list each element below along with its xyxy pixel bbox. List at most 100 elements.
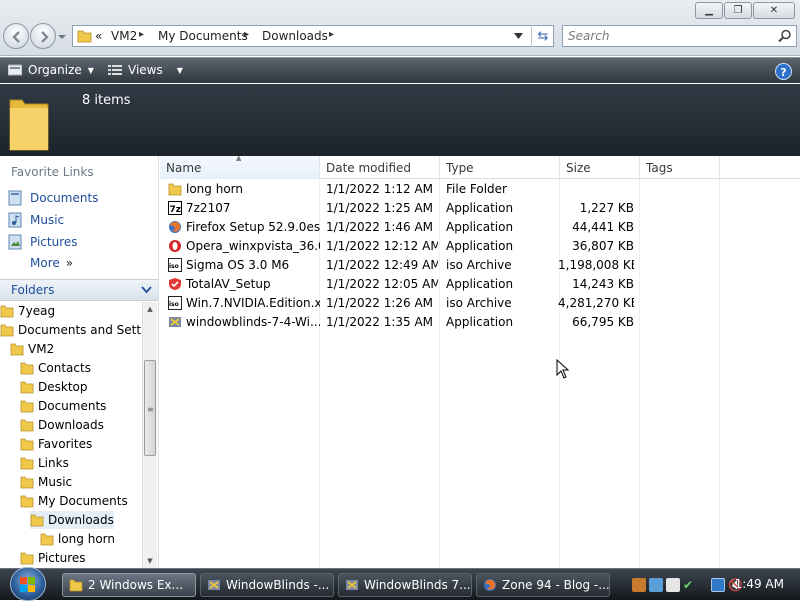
more-links-button[interactable]: More » xyxy=(30,256,73,270)
recent-pages-dropdown-icon[interactable] xyxy=(57,32,67,42)
tree-item[interactable]: Favorites xyxy=(20,435,92,453)
breadcrumb-my-documents[interactable]: My Documents xyxy=(158,29,248,43)
tray-check-icon[interactable]: ✔ xyxy=(683,578,697,592)
back-button[interactable] xyxy=(3,23,29,49)
tree-item[interactable]: My Documents xyxy=(20,492,128,510)
7z-icon: 7z xyxy=(168,201,182,215)
large-folder-icon xyxy=(9,99,49,151)
minimize-button[interactable]: ▁ xyxy=(695,2,723,19)
tree-item[interactable]: VM2 xyxy=(10,340,54,358)
grip-icon: ≡ xyxy=(147,405,154,414)
column-header-tags[interactable]: Tags xyxy=(640,156,720,179)
tree-item-label: My Documents xyxy=(38,494,128,508)
breadcrumb-separator-icon[interactable]: ▸ xyxy=(329,29,334,40)
tree-item[interactable]: Documents xyxy=(20,397,106,415)
file-name: 7z2107 xyxy=(186,201,231,215)
documents-icon xyxy=(8,190,22,206)
scroll-up-icon[interactable]: ▲ xyxy=(143,302,157,316)
views-button[interactable]: Views ▼ xyxy=(108,63,183,77)
taskbar-button[interactable]: WindowBlinds -... xyxy=(200,573,334,597)
scroll-down-icon[interactable]: ▼ xyxy=(143,554,157,568)
file-row[interactable]: Firefox Setup 52.9.0esr 1/1/2022 1:46 AM A… xyxy=(160,218,800,237)
file-row[interactable]: iso Win.7.NVIDIA.Edition.x.... 1/1/2022 1:… xyxy=(160,294,800,313)
column-header-type[interactable]: Type xyxy=(440,156,560,179)
folder-icon xyxy=(40,532,54,546)
file-row[interactable]: iso Sigma OS 3.0 M6 1/1/2022 12:49 AM iso A… xyxy=(160,256,800,275)
command-toolbar: Organize ▼ Views ▼ ? xyxy=(0,57,800,83)
chevron-down-icon: ▼ xyxy=(176,65,183,75)
file-row[interactable]: windowblinds-7-4-Wi... 1/1/2022 1:35 AM Ap… xyxy=(160,313,800,332)
pictures-icon xyxy=(8,234,22,250)
column-header-size[interactable]: Size xyxy=(560,156,640,179)
scrollbar-thumb[interactable]: ≡ xyxy=(144,360,156,456)
favorite-link-pictures[interactable]: Pictures xyxy=(8,234,78,250)
close-button[interactable]: ✕ xyxy=(753,2,795,19)
file-row[interactable]: long horn 1/1/2022 1:12 AM File Folder xyxy=(160,180,800,199)
column-header-label: Name xyxy=(166,161,202,175)
taskbar-button[interactable]: WindowBlinds 7... xyxy=(338,573,472,597)
file-name-cell: TotalAV_Setup xyxy=(168,277,320,291)
double-chevron-right-icon: » xyxy=(65,256,74,270)
folder-tree-scrollbar[interactable]: ▲ ≡ ▼ xyxy=(142,302,157,568)
address-overflow[interactable]: « xyxy=(95,29,102,43)
file-type: iso Archive xyxy=(446,296,512,310)
address-bar[interactable]: « VM2 ▸ My Documents ▸ Downloads ▸ ⇆ xyxy=(72,25,554,47)
favorite-link-documents[interactable]: Documents xyxy=(8,190,98,206)
file-row[interactable]: Opera_winxpvista_36.0.... 1/1/2022 12:12 … xyxy=(160,237,800,256)
clock[interactable]: 1:49 AM xyxy=(735,577,784,591)
tray-app-icon[interactable] xyxy=(649,578,663,592)
network-icon[interactable] xyxy=(711,578,725,592)
item-count: 8 items xyxy=(82,93,131,108)
taskbar-button[interactable]: Zone 94 - Blog -... xyxy=(476,573,610,597)
organize-label: Organize xyxy=(28,63,82,77)
taskbar-button[interactable]: 2 Windows Ex... xyxy=(62,573,196,597)
tree-item[interactable]: Documents and Settin xyxy=(0,321,142,339)
breadcrumb-vm2[interactable]: VM2 xyxy=(111,29,137,43)
chevron-down-icon xyxy=(141,286,152,294)
folder-icon xyxy=(20,399,34,413)
refresh-button[interactable]: ⇆ xyxy=(531,25,554,47)
tree-item[interactable]: long horn xyxy=(40,530,115,548)
file-type: File Folder xyxy=(446,182,507,196)
tree-item[interactable]: Links xyxy=(20,454,69,472)
column-header-date[interactable]: Date modified xyxy=(320,156,440,179)
address-dropdown-icon[interactable] xyxy=(514,33,523,40)
tree-item[interactable]: Contacts xyxy=(20,359,91,377)
forward-button[interactable] xyxy=(30,23,56,49)
file-name: Opera_winxpvista_36.0.... xyxy=(186,239,320,253)
tray-app-icon[interactable] xyxy=(666,578,680,592)
breadcrumb-separator-icon[interactable]: ▸ xyxy=(244,29,249,40)
file-name: Firefox Setup 52.9.0esr xyxy=(186,220,320,234)
folder-icon xyxy=(20,475,34,489)
tree-item[interactable]: Music xyxy=(20,473,72,491)
tray-app-icon[interactable] xyxy=(632,578,646,592)
file-row[interactable]: TotalAV_Setup 1/1/2022 12:05 AM Applicatio… xyxy=(160,275,800,294)
search-input[interactable]: Search xyxy=(568,29,610,43)
tree-item-label: VM2 xyxy=(28,342,55,356)
tree-item-label: Links xyxy=(38,456,69,470)
tree-item[interactable]: Pictures xyxy=(20,549,86,567)
search-icon[interactable] xyxy=(778,29,792,43)
file-row[interactable]: 7z 7z2107 1/1/2022 1:25 AM Application 1,227… xyxy=(160,199,800,218)
iso-icon: iso xyxy=(168,258,182,272)
tree-item-label: Desktop xyxy=(38,380,88,394)
folders-header[interactable]: Folders xyxy=(0,279,158,301)
mouse-cursor-icon xyxy=(556,359,570,379)
breadcrumb-downloads[interactable]: Downloads xyxy=(262,29,328,43)
taskbar-button-label: Zone 94 - Blog -... xyxy=(502,578,610,592)
tree-item[interactable]: Downloads xyxy=(30,511,114,529)
maximize-button[interactable]: ❐ xyxy=(724,2,752,19)
file-date: 1/1/2022 1:46 AM xyxy=(326,220,434,234)
help-button[interactable]: ? xyxy=(775,63,792,80)
tree-item[interactable]: Downloads xyxy=(20,416,104,434)
tree-item[interactable]: 7yeag xyxy=(0,302,55,320)
column-header-name[interactable]: Name ▲ xyxy=(160,154,320,179)
search-box[interactable]: Search xyxy=(562,25,797,47)
tree-item[interactable]: Desktop xyxy=(20,378,88,396)
folder-icon xyxy=(20,437,34,451)
folder-icon xyxy=(30,513,44,527)
start-button[interactable] xyxy=(10,567,46,601)
breadcrumb-separator-icon[interactable]: ▸ xyxy=(139,29,144,40)
favorite-link-music[interactable]: Music xyxy=(8,212,64,228)
organize-button[interactable]: Organize ▼ xyxy=(8,63,94,77)
